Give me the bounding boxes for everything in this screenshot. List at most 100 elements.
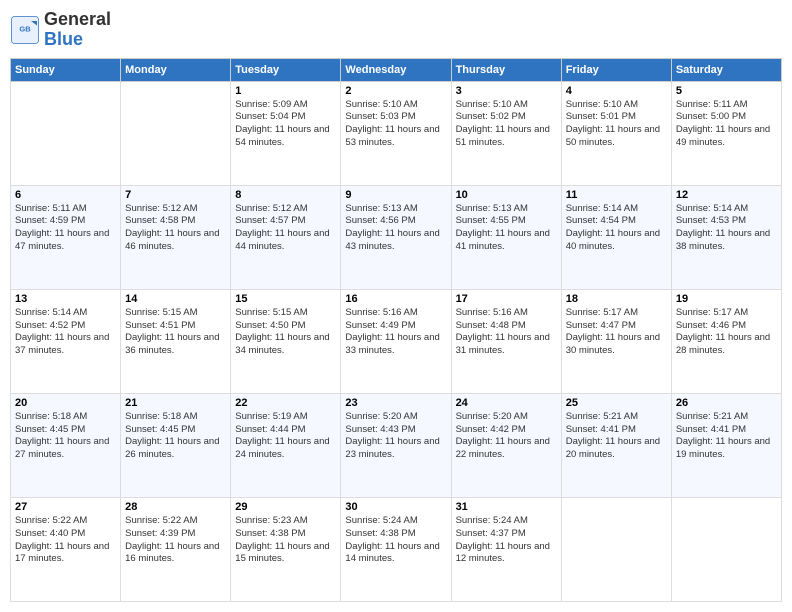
day-number: 19 bbox=[676, 293, 777, 305]
day-number: 25 bbox=[566, 397, 667, 409]
header: GB General Blue bbox=[10, 10, 782, 50]
day-number: 24 bbox=[456, 397, 557, 409]
calendar-cell: 13 Sunrise: 5:14 AMSunset: 4:52 PMDayligh… bbox=[11, 289, 121, 393]
calendar-cell: 9 Sunrise: 5:13 AMSunset: 4:56 PMDaylight… bbox=[341, 185, 451, 289]
day-info: Sunrise: 5:17 AMSunset: 4:47 PMDaylight:… bbox=[566, 307, 667, 358]
calendar-cell: 15Sunrise: 5:15 AMSunset: 4:50 PMDayligh… bbox=[231, 289, 341, 393]
day-info: Sunrise: 5:14 AMSunset: 4:52 PMDaylight:… bbox=[15, 307, 116, 358]
day-info: Sunrise: 5:13 AMSunset: 4:55 PMDaylight:… bbox=[456, 203, 557, 254]
calendar-cell: 20 Sunrise: 5:18 AMSunset: 4:45 PMDayligh… bbox=[11, 393, 121, 497]
day-number: 2 bbox=[345, 85, 446, 97]
day-number: 1 bbox=[235, 85, 336, 97]
day-number: 27 bbox=[15, 501, 116, 513]
calendar-cell: 17 Sunrise: 5:16 AMSunset: 4:48 PMDayligh… bbox=[451, 289, 561, 393]
calendar-cell bbox=[11, 81, 121, 185]
calendar-cell: 26Sunrise: 5:21 AMSunset: 4:41 PMDayligh… bbox=[671, 393, 781, 497]
calendar-cell: 16 Sunrise: 5:16 AMSunset: 4:49 PMDayligh… bbox=[341, 289, 451, 393]
calendar-cell: 2Sunrise: 5:10 AMSunset: 5:03 PMDaylight… bbox=[341, 81, 451, 185]
calendar-week-row: 13 Sunrise: 5:14 AMSunset: 4:52 PMDayligh… bbox=[11, 289, 782, 393]
day-number: 11 bbox=[566, 189, 667, 201]
day-info: Sunrise: 5:14 AMSunset: 4:54 PMDaylight:… bbox=[566, 203, 667, 254]
calendar-cell: 19 Sunrise: 5:17 AMSunset: 4:46 PMDayligh… bbox=[671, 289, 781, 393]
day-number: 18 bbox=[566, 293, 667, 305]
day-info: Sunrise: 5:22 AMSunset: 4:40 PMDaylight:… bbox=[15, 515, 116, 566]
calendar-week-row: 27 Sunrise: 5:22 AMSunset: 4:40 PMDayligh… bbox=[11, 497, 782, 601]
day-number: 8 bbox=[235, 189, 336, 201]
day-info: Sunrise: 5:19 AMSunset: 4:44 PMDaylight:… bbox=[235, 411, 336, 462]
day-info: Sunrise: 5:13 AMSunset: 4:56 PMDaylight:… bbox=[345, 203, 446, 254]
calendar-cell: 29 Sunrise: 5:23 AMSunset: 4:38 PMDayligh… bbox=[231, 497, 341, 601]
day-info: Sunrise: 5:24 AMSunset: 4:38 PMDaylight:… bbox=[345, 515, 446, 566]
day-info: Sunrise: 5:17 AMSunset: 4:46 PMDaylight:… bbox=[676, 307, 777, 358]
col-monday: Monday bbox=[121, 58, 231, 81]
col-friday: Friday bbox=[561, 58, 671, 81]
calendar-cell: 3 Sunrise: 5:10 AMSunset: 5:02 PMDaylight… bbox=[451, 81, 561, 185]
calendar-cell: 27 Sunrise: 5:22 AMSunset: 4:40 PMDayligh… bbox=[11, 497, 121, 601]
calendar-cell: 21Sunrise: 5:18 AMSunset: 4:45 PMDayligh… bbox=[121, 393, 231, 497]
day-info: Sunrise: 5:16 AMSunset: 4:48 PMDaylight:… bbox=[456, 307, 557, 358]
day-number: 5 bbox=[676, 85, 777, 97]
day-info: Sunrise: 5:12 AMSunset: 4:58 PMDaylight:… bbox=[125, 203, 226, 254]
calendar-cell: 1 Sunrise: 5:09 AMSunset: 5:04 PMDaylight… bbox=[231, 81, 341, 185]
day-number: 6 bbox=[15, 189, 116, 201]
col-saturday: Saturday bbox=[671, 58, 781, 81]
day-number: 12 bbox=[676, 189, 777, 201]
calendar-cell: 31Sunrise: 5:24 AMSunset: 4:37 PMDayligh… bbox=[451, 497, 561, 601]
day-info: Sunrise: 5:16 AMSunset: 4:49 PMDaylight:… bbox=[345, 307, 446, 358]
day-info: Sunrise: 5:23 AMSunset: 4:38 PMDaylight:… bbox=[235, 515, 336, 566]
calendar-cell: 10 Sunrise: 5:13 AMSunset: 4:55 PMDayligh… bbox=[451, 185, 561, 289]
day-number: 23 bbox=[345, 397, 446, 409]
calendar-cell: 25 Sunrise: 5:21 AMSunset: 4:41 PMDayligh… bbox=[561, 393, 671, 497]
day-info: Sunrise: 5:12 AMSunset: 4:57 PMDaylight:… bbox=[235, 203, 336, 254]
calendar-cell: 12Sunrise: 5:14 AMSunset: 4:53 PMDayligh… bbox=[671, 185, 781, 289]
day-number: 3 bbox=[456, 85, 557, 97]
calendar-header-row: Sunday Monday Tuesday Wednesday Thursday… bbox=[11, 58, 782, 81]
calendar-cell: 4Sunrise: 5:10 AMSunset: 5:01 PMDaylight… bbox=[561, 81, 671, 185]
day-number: 9 bbox=[345, 189, 446, 201]
day-info: Sunrise: 5:09 AMSunset: 5:04 PMDaylight:… bbox=[235, 99, 336, 150]
day-info: Sunrise: 5:24 AMSunset: 4:37 PMDaylight:… bbox=[456, 515, 557, 566]
calendar-cell: 11 Sunrise: 5:14 AMSunset: 4:54 PMDayligh… bbox=[561, 185, 671, 289]
day-number: 29 bbox=[235, 501, 336, 513]
logo: GB General Blue bbox=[10, 10, 111, 50]
day-number: 13 bbox=[15, 293, 116, 305]
calendar-table: Sunday Monday Tuesday Wednesday Thursday… bbox=[10, 58, 782, 602]
calendar-cell: 30Sunrise: 5:24 AMSunset: 4:38 PMDayligh… bbox=[341, 497, 451, 601]
day-number: 7 bbox=[125, 189, 226, 201]
calendar-week-row: 6 Sunrise: 5:11 AMSunset: 4:59 PMDaylight… bbox=[11, 185, 782, 289]
calendar-cell: 24 Sunrise: 5:20 AMSunset: 4:42 PMDayligh… bbox=[451, 393, 561, 497]
day-number: 20 bbox=[15, 397, 116, 409]
calendar-week-row: 1 Sunrise: 5:09 AMSunset: 5:04 PMDaylight… bbox=[11, 81, 782, 185]
calendar-cell: 14Sunrise: 5:15 AMSunset: 4:51 PMDayligh… bbox=[121, 289, 231, 393]
calendar-cell bbox=[121, 81, 231, 185]
day-number: 16 bbox=[345, 293, 446, 305]
day-info: Sunrise: 5:22 AMSunset: 4:39 PMDaylight:… bbox=[125, 515, 226, 566]
calendar-week-row: 20 Sunrise: 5:18 AMSunset: 4:45 PMDayligh… bbox=[11, 393, 782, 497]
day-info: Sunrise: 5:11 AMSunset: 4:59 PMDaylight:… bbox=[15, 203, 116, 254]
calendar-cell: 18 Sunrise: 5:17 AMSunset: 4:47 PMDayligh… bbox=[561, 289, 671, 393]
svg-text:GB: GB bbox=[19, 24, 31, 33]
col-thursday: Thursday bbox=[451, 58, 561, 81]
day-number: 15 bbox=[235, 293, 336, 305]
day-info: Sunrise: 5:21 AMSunset: 4:41 PMDaylight:… bbox=[676, 411, 777, 462]
day-info: Sunrise: 5:20 AMSunset: 4:43 PMDaylight:… bbox=[345, 411, 446, 462]
day-info: Sunrise: 5:15 AMSunset: 4:51 PMDaylight:… bbox=[125, 307, 226, 358]
calendar-cell: 28 Sunrise: 5:22 AMSunset: 4:39 PMDayligh… bbox=[121, 497, 231, 601]
col-sunday: Sunday bbox=[11, 58, 121, 81]
calendar-cell: 22 Sunrise: 5:19 AMSunset: 4:44 PMDayligh… bbox=[231, 393, 341, 497]
day-info: Sunrise: 5:18 AMSunset: 4:45 PMDaylight:… bbox=[15, 411, 116, 462]
day-info: Sunrise: 5:21 AMSunset: 4:41 PMDaylight:… bbox=[566, 411, 667, 462]
calendar-cell: 23 Sunrise: 5:20 AMSunset: 4:43 PMDayligh… bbox=[341, 393, 451, 497]
day-number: 21 bbox=[125, 397, 226, 409]
day-number: 10 bbox=[456, 189, 557, 201]
day-info: Sunrise: 5:10 AMSunset: 5:01 PMDaylight:… bbox=[566, 99, 667, 150]
day-info: Sunrise: 5:10 AMSunset: 5:02 PMDaylight:… bbox=[456, 99, 557, 150]
calendar-cell bbox=[561, 497, 671, 601]
day-info: Sunrise: 5:11 AMSunset: 5:00 PMDaylight:… bbox=[676, 99, 777, 150]
day-number: 28 bbox=[125, 501, 226, 513]
day-number: 22 bbox=[235, 397, 336, 409]
day-number: 17 bbox=[456, 293, 557, 305]
calendar-cell: 8 Sunrise: 5:12 AMSunset: 4:57 PMDaylight… bbox=[231, 185, 341, 289]
page: GB General Blue Sunday Monday Tuesday We… bbox=[0, 0, 792, 612]
day-info: Sunrise: 5:20 AMSunset: 4:42 PMDaylight:… bbox=[456, 411, 557, 462]
